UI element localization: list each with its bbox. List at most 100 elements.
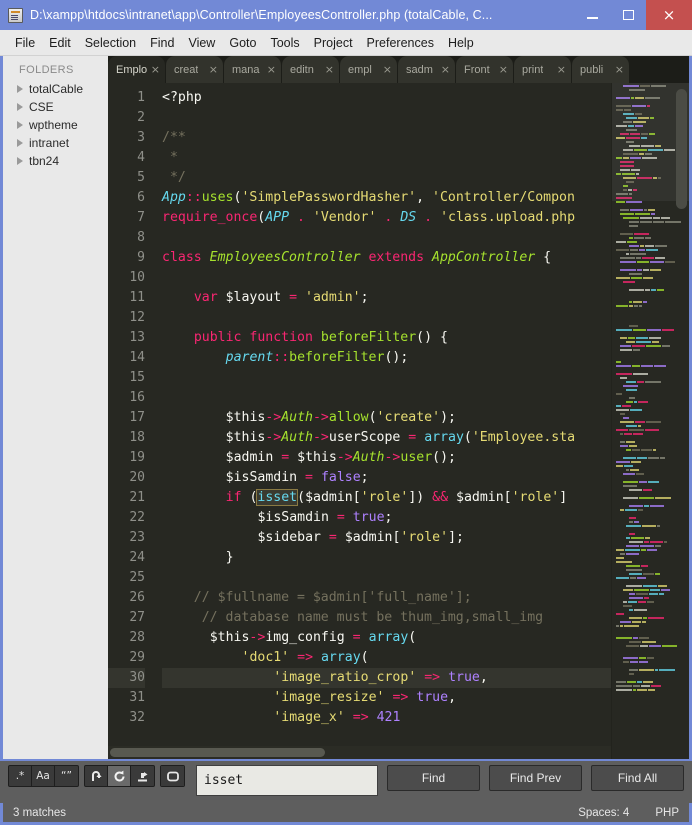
menu-item-find[interactable]: Find <box>143 33 181 53</box>
line-number: 24 <box>129 550 145 565</box>
editor-tab-8[interactable]: publi × <box>572 56 629 83</box>
folder-item-totalcable[interactable]: totalCable <box>3 80 108 98</box>
syntax-setting[interactable]: PHP <box>655 807 679 819</box>
minimap-line <box>616 333 683 336</box>
code-line: <?php <box>162 90 202 105</box>
editor-tab-6[interactable]: Front × <box>456 56 513 83</box>
minimap-line <box>616 677 683 680</box>
highlight-toggle[interactable] <box>131 766 154 786</box>
chevron-right-icon[interactable] <box>17 121 23 129</box>
editor-tab-7[interactable]: print × <box>514 56 571 83</box>
maximize-button[interactable] <box>610 0 646 30</box>
tab-close-icon[interactable]: × <box>383 64 392 75</box>
minimap-line <box>616 357 683 360</box>
editor-tab-0[interactable]: Emplo × <box>108 56 165 83</box>
line-number: 28 <box>129 630 145 645</box>
minimap-line <box>616 433 683 436</box>
tab-close-icon[interactable]: × <box>615 64 624 75</box>
folder-item-intranet[interactable]: intranet <box>3 134 108 152</box>
tab-close-icon[interactable]: × <box>209 64 218 75</box>
chevron-right-icon[interactable] <box>17 139 23 147</box>
menu-item-file[interactable]: File <box>8 33 42 53</box>
case-sensitive-toggle[interactable]: Aa <box>32 766 55 786</box>
minimap-line <box>616 405 683 408</box>
line-number: 8 <box>137 230 145 245</box>
code-editor[interactable]: <?php /** * */App::uses('SimplePasswordH… <box>154 83 611 759</box>
editor-tab-3[interactable]: editn × <box>282 56 339 83</box>
find-prev-button[interactable]: Find Prev <box>489 765 582 791</box>
minimap-line <box>616 201 683 204</box>
minimap-line <box>616 213 683 216</box>
indent-setting[interactable]: Spaces: 4 <box>578 807 629 819</box>
editor-tab-2[interactable]: mana × <box>224 56 281 83</box>
menu-item-selection[interactable]: Selection <box>78 33 143 53</box>
folder-item-tbn24[interactable]: tbn24 <box>3 152 108 170</box>
folder-item-cse[interactable]: CSE <box>3 98 108 116</box>
minimap-line <box>616 253 683 256</box>
chevron-right-icon[interactable] <box>17 103 23 111</box>
minimap-line <box>616 205 683 208</box>
line-number: 23 <box>129 530 145 545</box>
menu-item-tools[interactable]: Tools <box>263 33 306 53</box>
minimap-line <box>616 665 683 668</box>
line-number: 4 <box>137 150 145 165</box>
wrap-icon <box>91 770 102 781</box>
close-button[interactable]: × <box>646 0 692 30</box>
tab-close-icon[interactable]: × <box>151 64 160 75</box>
menu-item-project[interactable]: Project <box>307 33 360 53</box>
minimap-line <box>616 509 683 512</box>
find-all-button[interactable]: Find All <box>591 765 684 791</box>
minimap-line <box>616 453 683 456</box>
vertical-scrollbar-thumb[interactable] <box>676 89 687 209</box>
tab-close-icon[interactable]: × <box>267 64 276 75</box>
whole-word-toggle[interactable]: “” <box>55 766 78 786</box>
minimap-line <box>616 633 683 636</box>
editor-tab-1[interactable]: creat × <box>166 56 223 83</box>
line-number: 20 <box>129 470 145 485</box>
minimap-line <box>616 285 683 288</box>
minimap-line <box>616 569 683 572</box>
menu-item-help[interactable]: Help <box>441 33 481 53</box>
menu-item-view[interactable]: View <box>181 33 222 53</box>
minimap[interactable] <box>611 83 689 759</box>
minimap-line <box>616 397 683 400</box>
tab-label: empl <box>348 63 372 76</box>
editor-tab-4[interactable]: empl × <box>340 56 397 83</box>
menu-item-preferences[interactable]: Preferences <box>360 33 441 53</box>
preserve-case-toggle[interactable] <box>161 766 184 786</box>
minimap-line <box>616 501 683 504</box>
line-number: 10 <box>129 270 145 285</box>
horizontal-scrollbar[interactable] <box>108 746 611 759</box>
minimap-line <box>616 229 683 232</box>
chevron-right-icon[interactable] <box>17 85 23 93</box>
menu-item-goto[interactable]: Goto <box>222 33 263 53</box>
wrap-toggle[interactable] <box>85 766 108 786</box>
regex-toggle[interactable]: .* <box>9 766 32 786</box>
search-input[interactable]: isset <box>196 765 378 796</box>
minimap-line <box>616 617 683 620</box>
tab-close-icon[interactable]: × <box>557 64 566 75</box>
tab-close-icon[interactable]: × <box>441 64 450 75</box>
minimap-line <box>616 529 683 532</box>
minimap-line <box>616 577 683 580</box>
horizontal-scrollbar-thumb[interactable] <box>110 748 325 757</box>
status-bar: 3 matches Spaces: 4 PHP <box>0 803 692 825</box>
minimize-button[interactable] <box>574 0 610 30</box>
minimap-line <box>616 281 683 284</box>
minimap-line <box>616 625 683 628</box>
find-button[interactable]: Find <box>387 765 480 791</box>
menu-item-edit[interactable]: Edit <box>42 33 78 53</box>
chevron-right-icon[interactable] <box>17 157 23 165</box>
folder-item-wptheme[interactable]: wptheme <box>3 116 108 134</box>
line-number: 14 <box>129 350 145 365</box>
tab-close-icon[interactable]: × <box>325 64 334 75</box>
minimap-line <box>616 349 683 352</box>
minimap-line <box>616 425 683 428</box>
tab-label: Emplo <box>116 63 148 76</box>
in-selection-toggle[interactable] <box>108 766 131 786</box>
editor-tab-5[interactable]: sadm × <box>398 56 455 83</box>
minimap-line <box>616 657 683 660</box>
tab-close-icon[interactable]: × <box>499 64 508 75</box>
